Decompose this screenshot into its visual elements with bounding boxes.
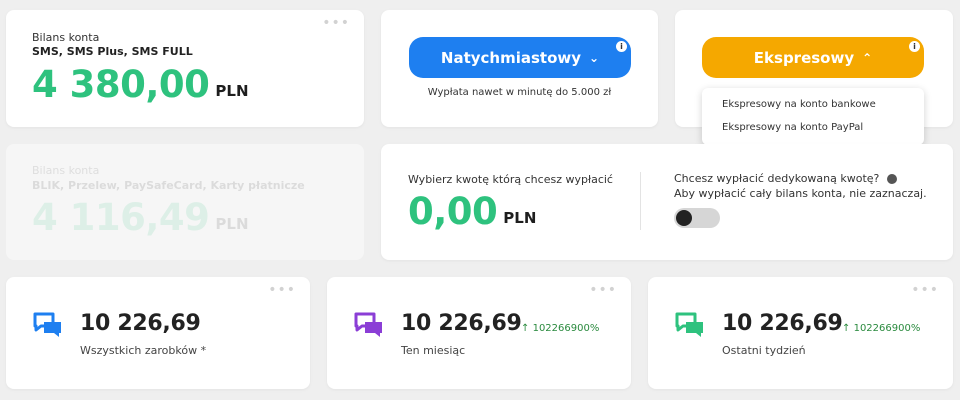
express-options-dropdown: Ekspresowy na konto bankowe Ekspresowy n… [702,88,924,145]
chat-icon [354,312,382,337]
express-option-bank[interactable]: Ekspresowy na konto bankowe [702,93,924,116]
express-option-paypal[interactable]: Ekspresowy na konto PayPal [702,116,924,139]
balance-card-sms: ••• Bilans konta SMS, SMS Plus, SMS FULL… [6,10,364,127]
balance-amount: 4 116,49 [32,196,210,239]
stat-trend: ↑ 102266900% [842,323,920,334]
info-icon[interactable]: i [909,41,920,52]
instant-payout-note: Wypłata nawet w minutę do 5.000 zł [427,87,612,98]
withdraw-amount-row: 0,00 PLN [408,192,536,232]
stat-trend: ↑ 102266900% [521,323,599,334]
stat-label: Ten miesiąc [401,344,466,357]
more-options-icon[interactable]: ••• [268,283,296,297]
arrow-up-icon: ↑ [521,323,530,334]
stat-card-month: ••• 10 226,69 ↑ 102266900% Ten miesiąc [327,277,631,389]
express-payout-button[interactable]: Ekspresowy ⌃ i [702,37,924,78]
trend-value: 102266900% [532,323,600,334]
stat-card-all: ••• 10 226,69 Wszystkich zarobków * [6,277,310,389]
withdraw-currency: PLN [503,209,537,227]
chevron-down-icon: ⌄ [589,50,600,65]
balance-label: Bilans konta [32,31,100,44]
dedicated-question-text: Chcesz wypłacić dedykowaną kwotę? [674,172,880,185]
balance-amount-row: 4 380,00 PLN [32,65,249,105]
instant-payout-label: Natychmiastowy [440,48,582,67]
balance-amount: 4 380,00 [32,63,210,106]
balance-currency: PLN [215,215,249,233]
stat-value: 10 226,69 [80,311,201,336]
stat-label: Ostatni tydzień [722,344,806,357]
dedicated-amount-toggle[interactable] [674,208,720,228]
balance-sources: SMS, SMS Plus, SMS FULL [32,45,193,58]
info-icon[interactable]: i [616,41,627,52]
balance-currency: PLN [215,82,249,100]
balance-label: Bilans konta [32,164,100,177]
trend-value: 102266900% [853,323,921,334]
vertical-divider [640,172,641,230]
dedicated-amount-hint: Aby wypłacić cały bilans konta, nie zazn… [674,187,927,200]
dedicated-amount-question: Chcesz wypłacić dedykowaną kwotę? [674,172,898,185]
stat-label: Wszystkich zarobków * [80,344,207,357]
more-options-icon[interactable]: ••• [322,16,350,30]
instant-payout-button[interactable]: Natychmiastowy ⌄ i [409,37,631,78]
withdraw-label: Wybierz kwotę którą chcesz wypłacić [408,173,613,186]
instant-payout-card: Natychmiastowy ⌄ i Wypłata nawet w minut… [381,10,658,127]
balance-card-other: Bilans konta BLIK, Przelew, PaySafeCard,… [6,144,364,260]
chat-icon [33,312,61,337]
more-options-icon[interactable]: ••• [911,283,939,297]
arrow-up-icon: ↑ [842,323,851,334]
chat-icon [675,312,703,337]
balance-amount-row: 4 116,49 PLN [32,198,249,238]
express-payout-label: Ekspresowy [753,48,855,67]
stat-value: 10 226,69 [401,311,522,336]
withdraw-amount: 0,00 [408,190,498,233]
balance-sources: BLIK, Przelew, PaySafeCard, Karty płatni… [32,179,305,192]
stat-card-week: ••• 10 226,69 ↑ 102266900% Ostatni tydzi… [648,277,953,389]
toggle-knob [676,210,692,226]
stat-value: 10 226,69 [722,311,843,336]
withdraw-card: Wybierz kwotę którą chcesz wypłacić 0,00… [381,144,953,260]
more-options-icon[interactable]: ••• [589,283,617,297]
chevron-up-icon: ⌃ [862,50,873,65]
help-icon[interactable] [887,173,898,184]
